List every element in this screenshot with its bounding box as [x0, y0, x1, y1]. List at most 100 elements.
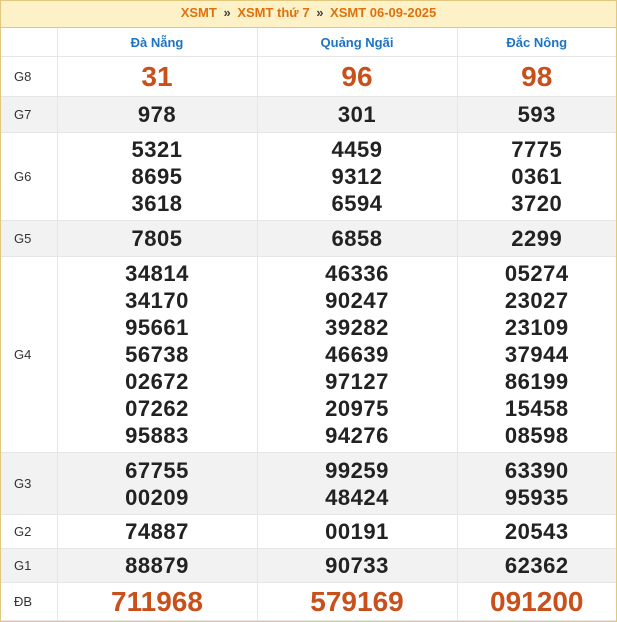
result-number: 20543	[504, 519, 569, 544]
special-prize-number: 711968	[111, 585, 203, 617]
prize-row-g4: G4 34814 34170 95661 56738 02672 07262 9…	[1, 256, 616, 453]
result-number: 07262	[125, 396, 189, 421]
result-number: 3720	[511, 191, 563, 216]
result-number: 74887	[125, 519, 189, 544]
province-header-row: Đà Nẵng Quảng Ngãi Đắc Nông	[1, 28, 616, 57]
breadcrumb-separator: »	[316, 5, 324, 20]
result-cell: 7775 0361 3720	[457, 132, 616, 221]
prize-label: G6	[1, 132, 58, 221]
result-number: 6858	[331, 226, 383, 251]
result-cell: 6858	[257, 220, 458, 257]
result-number: 08598	[504, 423, 569, 448]
result-number: 34814	[125, 261, 189, 286]
breadcrumb-xsmt-saturday-link[interactable]: XSMT thứ 7	[237, 5, 309, 20]
result-number: 6594	[331, 191, 383, 216]
result-number: 3618	[131, 191, 183, 216]
result-number: 978	[137, 102, 177, 127]
result-cell: 99259 48424	[257, 452, 458, 515]
result-number: 7805	[131, 226, 183, 251]
result-number: 00191	[325, 519, 389, 544]
result-number: 90247	[325, 288, 389, 313]
result-cell: 978	[57, 96, 258, 133]
result-cell: 20543	[457, 514, 616, 549]
result-number: 96	[341, 60, 373, 92]
prize-label: ĐB	[1, 582, 58, 621]
prize-row-g3: G3 67755 00209 99259 48424 63390 95935	[1, 452, 616, 515]
result-cell: 05274 23027 23109 37944 86199 15458 0859…	[457, 256, 616, 453]
province-header-quang-ngai[interactable]: Quảng Ngãi	[257, 28, 458, 57]
breadcrumb-xsmt-date-link[interactable]: XSMT 06-09-2025	[330, 5, 436, 20]
result-number: 7775	[511, 137, 563, 162]
results-container: XSMT » XSMT thứ 7 » XSMT 06-09-2025 Đà N…	[0, 0, 617, 622]
result-number: 5321	[131, 137, 183, 162]
result-number: 00209	[125, 484, 189, 510]
prize-label: G1	[1, 548, 58, 583]
result-number: 90733	[325, 553, 389, 578]
result-cell: 7805	[57, 220, 258, 257]
result-number: 39282	[325, 315, 389, 340]
result-number: 05274	[504, 261, 569, 286]
result-number: 67755	[125, 457, 189, 483]
result-cell: 62362	[457, 548, 616, 583]
result-cell: 711968	[57, 582, 258, 621]
result-cell: 301	[257, 96, 458, 133]
result-number: 98	[521, 60, 553, 92]
special-prize-number: 579169	[310, 585, 404, 617]
result-number: 97127	[325, 369, 389, 394]
result-number: 2299	[511, 226, 563, 251]
special-prize-number: 091200	[490, 585, 584, 617]
result-number: 23027	[504, 288, 569, 313]
prize-row-g1: G1 88879 90733 62362	[1, 548, 616, 583]
result-cell: 96	[257, 56, 458, 97]
prize-header-cell	[1, 28, 58, 57]
result-number: 63390	[504, 457, 569, 483]
province-header-da-nang[interactable]: Đà Nẵng	[57, 28, 258, 57]
result-cell: 67755 00209	[57, 452, 258, 515]
result-cell: 63390 95935	[457, 452, 616, 515]
result-cell: 2299	[457, 220, 616, 257]
result-cell: 31	[57, 56, 258, 97]
prize-label: G5	[1, 220, 58, 257]
result-cell: 98	[457, 56, 616, 97]
breadcrumb-separator: »	[223, 5, 231, 20]
prize-label: G8	[1, 56, 58, 97]
result-number: 301	[337, 102, 377, 127]
result-number: 56738	[125, 342, 189, 367]
result-number: 94276	[325, 423, 389, 448]
result-cell: 579169	[257, 582, 458, 621]
result-number: 4459	[331, 137, 383, 162]
prize-label: G4	[1, 256, 58, 453]
result-number: 46336	[325, 261, 389, 286]
breadcrumb-xsmt-link[interactable]: XSMT	[181, 5, 217, 20]
province-header-dac-nong[interactable]: Đắc Nông	[457, 28, 616, 57]
result-number: 62362	[504, 553, 569, 578]
prize-row-g5: G5 7805 6858 2299	[1, 220, 616, 257]
result-number: 15458	[504, 396, 569, 421]
prize-row-g8: G8 31 96 98	[1, 56, 616, 97]
prize-label: G7	[1, 96, 58, 133]
result-cell: 5321 8695 3618	[57, 132, 258, 221]
results-table: Đà Nẵng Quảng Ngãi Đắc Nông G8 31 96 98 …	[1, 28, 616, 621]
result-cell: 091200	[457, 582, 616, 621]
breadcrumb: XSMT » XSMT thứ 7 » XSMT 06-09-2025	[1, 0, 616, 28]
result-number: 46639	[325, 342, 389, 367]
result-cell: 74887	[57, 514, 258, 549]
result-number: 37944	[504, 342, 569, 367]
result-number: 02672	[125, 369, 189, 394]
prize-row-g6: G6 5321 8695 3618 4459 9312 6594 7775 03…	[1, 132, 616, 221]
result-number: 593	[517, 102, 556, 127]
prize-row-special: ĐB 711968 579169 091200	[1, 582, 616, 621]
result-number: 9312	[331, 164, 383, 189]
result-number: 23109	[504, 315, 569, 340]
result-number: 95883	[125, 423, 189, 448]
result-cell: 88879	[57, 548, 258, 583]
result-cell: 00191	[257, 514, 458, 549]
result-number: 8695	[131, 164, 183, 189]
result-number: 48424	[325, 484, 389, 510]
result-number: 34170	[125, 288, 189, 313]
result-number: 20975	[325, 396, 389, 421]
result-number: 95661	[125, 315, 189, 340]
result-number: 31	[141, 60, 173, 92]
prize-row-g2: G2 74887 00191 20543	[1, 514, 616, 549]
result-number: 99259	[325, 457, 389, 483]
